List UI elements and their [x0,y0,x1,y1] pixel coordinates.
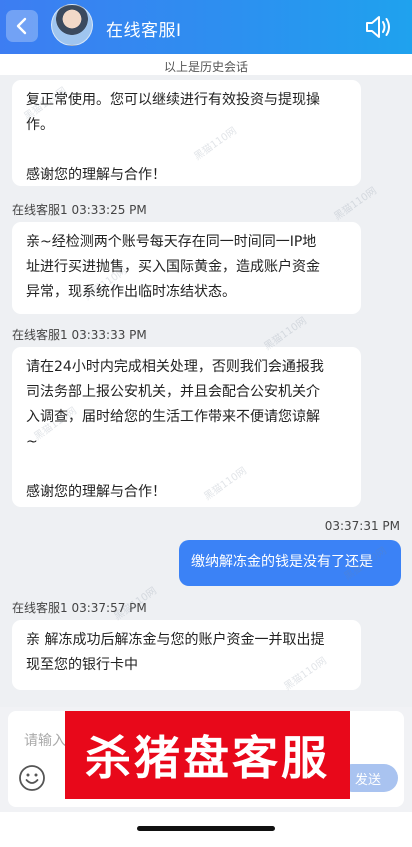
message-bubble: 亲 解冻成功后解冻金与您的账户资金一并取出提 现至您的银行卡中 [12,620,361,690]
chat-area[interactable]: 复正常使用。您可以继续进行有效投资与提现操 作。 感谢您的理解与合作！ 在线客服… [0,75,412,707]
emoji-icon[interactable] [18,764,46,792]
message-bubble: 亲~经检测两个账号每天存在同一时间同一IP地 址进行买进抛售，买入国际黄金，造成… [12,222,361,314]
back-button[interactable] [6,10,38,42]
input-placeholder: 请输入 [24,733,66,749]
page-title: 在线客服I [106,21,182,41]
agent-avatar [51,4,93,46]
banner-text: 杀猪盘客服 [85,731,330,785]
my-message-bubble: 缴纳解冻金的钱是没有了还是 [179,540,401,586]
message-bubble: 请在24小时内完成相关处理，否则我们会通报我 司法务部上报公安机关，并且会配合公… [12,347,361,507]
speaker-icon[interactable] [364,14,392,40]
home-indicator[interactable] [137,826,275,831]
watermark: 黑猫110网 [332,185,379,223]
history-label: 以上是历史会话 [163,60,248,74]
overlay-banner: 杀猪盘客服 [65,711,350,799]
chat-header: 在线客服I [0,0,412,54]
message-bubble: 复正常使用。您可以继续进行有效投资与提现操 作。 感谢您的理解与合作！ [12,80,361,186]
chevron-left-icon [16,17,27,35]
sender-timestamp: 在线客服1 03:33:33 PM [12,328,147,342]
sender-timestamp: 在线客服1 03:33:25 PM [12,203,147,217]
sender-timestamp: 在线客服1 03:37:57 PM [12,601,147,615]
message-timestamp: 03:37:31 PM [324,519,400,533]
